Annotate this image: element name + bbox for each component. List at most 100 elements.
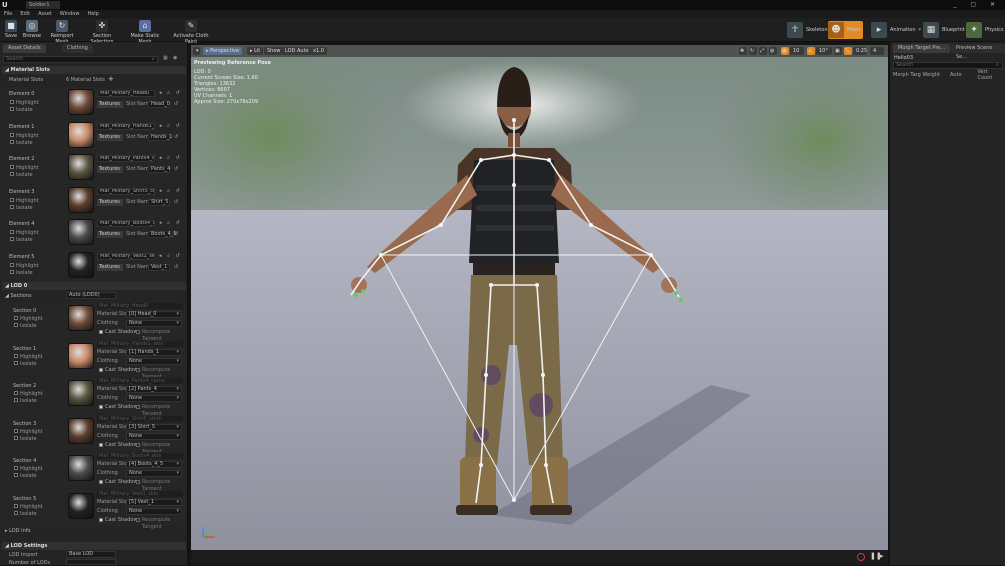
highlight-checkbox[interactable] — [14, 353, 18, 358]
isolate-checkbox[interactable] — [10, 204, 14, 209]
window-controls[interactable]: _ ▢ ✕ — [953, 1, 1001, 8]
isolate-checkbox[interactable] — [14, 510, 18, 515]
lod-import-dropdown[interactable]: Base LOD — [66, 551, 116, 558]
material-actions-icons[interactable]: ◂ ⌕ ↺ — [159, 123, 182, 129]
cast-shadows-checkbox[interactable] — [99, 480, 103, 484]
mode-mesh[interactable]: ☻ Mesh — [828, 21, 864, 39]
material-actions-icons[interactable]: ◂ ⌕ ↺ — [159, 220, 182, 226]
slot-name-input[interactable]: Head_0 — [148, 101, 170, 108]
textures-dropdown[interactable]: Textures — [97, 101, 123, 108]
column-vert-count[interactable]: Vert Count — [977, 69, 1003, 81]
material-actions-icons[interactable]: ◂ ⌕ ↺ — [159, 155, 182, 161]
reset-icon[interactable]: ↺ — [174, 166, 178, 172]
material-slot-dropdown[interactable]: [4] Boots_4_5 — [126, 461, 182, 468]
rotate-tool-icon[interactable]: ↻ — [749, 47, 757, 55]
material-thumbnail[interactable] — [68, 417, 94, 444]
slot-name-input[interactable]: Vest_1 — [148, 264, 170, 271]
lod-settings-header[interactable]: ◢ LOD Settings — [2, 542, 186, 550]
recompute-tangent-checkbox[interactable] — [136, 480, 140, 484]
slot-name-input[interactable]: Shirt_5 — [148, 198, 170, 206]
cast-shadows-checkbox[interactable] — [99, 442, 103, 447]
highlight-checkbox[interactable] — [10, 230, 14, 235]
slot-name-input[interactable]: Hands_1 — [148, 133, 172, 141]
reset-icon[interactable]: ↺ — [174, 264, 178, 270]
recompute-tangent-checkbox[interactable] — [136, 405, 140, 409]
reimport-mesh-button[interactable]: ↻Reimport Mesh — [44, 19, 80, 45]
isolate-checkbox[interactable] — [14, 473, 18, 477]
isolate-checkbox[interactable] — [10, 107, 14, 111]
textures-dropdown[interactable]: Textures — [97, 166, 123, 174]
column-auto[interactable]: Auto — [950, 72, 978, 78]
reset-icon[interactable]: ↺ — [174, 134, 178, 140]
play-forward-icon[interactable]: ▸ — [880, 552, 884, 560]
clothing-dropdown[interactable]: None — [126, 507, 182, 515]
lod-auto-button[interactable]: LOD Auto — [282, 47, 312, 55]
material-thumbnail[interactable] — [68, 186, 94, 213]
highlight-checkbox[interactable] — [10, 100, 14, 104]
highlight-checkbox[interactable] — [14, 428, 18, 433]
sections-dropdown[interactable]: Auto (LOD0) — [66, 292, 116, 299]
material-thumbnail[interactable] — [68, 305, 94, 331]
material-picker[interactable]: Mat_Military_Head0 — [97, 90, 155, 97]
add-slot-icon[interactable]: + — [108, 75, 114, 83]
material-slot-dropdown[interactable]: [3] Shirt_5 — [126, 423, 182, 431]
clothing-dropdown[interactable]: None — [126, 320, 182, 327]
activate-cloth-paint-button[interactable]: ✎ Activate Cloth Paint — [168, 19, 214, 45]
material-thumbnail[interactable] — [68, 252, 94, 278]
viewport-options-button[interactable]: ▾ — [193, 47, 200, 55]
column-morph-target[interactable]: Morph Targ — [893, 72, 922, 78]
mode-physics[interactable]: ✦ Physics — [966, 21, 1004, 39]
angle-snap-value[interactable]: 10° — [816, 47, 832, 55]
slot-name-input[interactable]: Boots_4_5 — [148, 231, 176, 239]
morph-search-input[interactable]: Search — [893, 62, 1003, 69]
camera-icon[interactable]: ▣ — [834, 47, 842, 55]
textures-dropdown[interactable]: Textures — [97, 264, 123, 271]
perspective-button[interactable]: ▸ Perspective — [203, 47, 243, 55]
browse-button[interactable]: ◎ Browse — [22, 19, 42, 41]
column-weight[interactable]: Weight — [922, 72, 950, 78]
recompute-tangent-checkbox[interactable] — [136, 442, 140, 447]
mode-skeleton[interactable]: ☥ Skeleton — [787, 21, 828, 39]
highlight-checkbox[interactable] — [14, 391, 18, 395]
playback-speed-button[interactable]: x1.0 — [310, 47, 327, 55]
highlight-checkbox[interactable] — [14, 503, 18, 508]
material-thumbnail[interactable] — [68, 121, 94, 148]
eye-icon[interactable]: ◉ — [173, 55, 177, 61]
recompute-tangent-checkbox[interactable] — [136, 330, 140, 334]
menu-file[interactable]: File — [0, 10, 16, 18]
lit-button[interactable]: ▸ Lit — [247, 47, 264, 55]
isolate-checkbox[interactable] — [10, 172, 14, 177]
tab-clothing[interactable]: Clothing — [62, 44, 93, 53]
move-tool-icon[interactable]: ✥ — [739, 47, 747, 55]
globe-icon[interactable]: ◍ — [769, 47, 777, 55]
lod-header[interactable]: ◢ LOD 0 — [2, 282, 186, 290]
textures-dropdown[interactable]: Textures — [97, 133, 123, 141]
reset-icon[interactable]: ↺ — [174, 101, 178, 107]
cast-shadows-checkbox[interactable] — [99, 517, 103, 522]
make-static-mesh-button[interactable]: ⌂Make Static Mesh — [124, 19, 166, 45]
grid-snap-value[interactable]: 10 — [790, 47, 804, 55]
material-picker[interactable]: Mat_Military_Hands1_skin — [97, 122, 155, 130]
scale-tool-icon[interactable]: ⤢ — [759, 47, 767, 55]
menu-edit[interactable]: Edit — [16, 10, 34, 18]
viewport[interactable] — [191, 45, 888, 565]
material-slot-dropdown[interactable]: [1] Hands_1 — [126, 348, 182, 356]
material-slot-dropdown[interactable]: [0] Head_0 — [126, 311, 182, 318]
cast-shadows-checkbox[interactable] — [99, 367, 103, 372]
isolate-checkbox[interactable] — [10, 270, 14, 274]
textures-dropdown[interactable]: Textures — [97, 231, 123, 239]
recompute-tangent-checkbox[interactable] — [136, 367, 140, 372]
material-actions-icons[interactable]: ◂ ⌕ ↺ — [159, 90, 182, 96]
cast-shadows-checkbox[interactable] — [99, 330, 103, 334]
textures-dropdown[interactable]: Textures — [97, 198, 123, 206]
section-selection-button[interactable]: ✜Section Selection — [82, 19, 122, 45]
isolate-checkbox[interactable] — [14, 360, 18, 365]
grid-view-icon[interactable]: ▦ — [163, 55, 168, 61]
isolate-checkbox[interactable] — [14, 435, 18, 440]
clothing-dropdown[interactable]: None — [126, 432, 182, 440]
highlight-checkbox[interactable] — [14, 466, 18, 470]
mode-blueprint[interactable]: ▦ Blueprint — [923, 21, 965, 39]
material-thumbnail[interactable] — [68, 380, 94, 406]
material-actions-icons[interactable]: ◂ ⌕ ↺ — [159, 188, 182, 194]
angle-snap-icon[interactable]: ∠ — [807, 47, 815, 55]
